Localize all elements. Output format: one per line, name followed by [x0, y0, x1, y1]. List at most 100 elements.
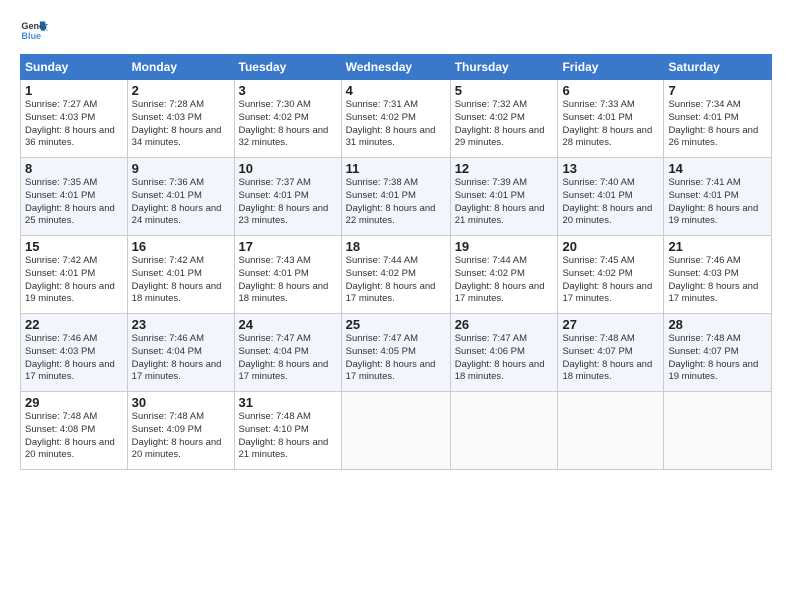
day-info: Sunrise: 7:47 AMSunset: 4:04 PMDaylight:… — [239, 333, 337, 384]
day-number: 14 — [668, 161, 767, 176]
day-info: Sunrise: 7:30 AMSunset: 4:02 PMDaylight:… — [239, 99, 337, 150]
day-info: Sunrise: 7:48 AMSunset: 4:08 PMDaylight:… — [25, 411, 123, 462]
day-cell-23: 23 Sunrise: 7:46 AMSunset: 4:04 PMDaylig… — [127, 314, 234, 392]
header-cell-tuesday: Tuesday — [234, 55, 341, 80]
header-cell-sunday: Sunday — [21, 55, 128, 80]
day-info: Sunrise: 7:35 AMSunset: 4:01 PMDaylight:… — [25, 177, 123, 228]
logo-icon: General Blue — [20, 18, 48, 46]
day-info: Sunrise: 7:44 AMSunset: 4:02 PMDaylight:… — [346, 255, 446, 306]
day-number: 17 — [239, 239, 337, 254]
day-info: Sunrise: 7:36 AMSunset: 4:01 PMDaylight:… — [132, 177, 230, 228]
day-info: Sunrise: 7:46 AMSunset: 4:03 PMDaylight:… — [668, 255, 767, 306]
day-cell-30: 30 Sunrise: 7:48 AMSunset: 4:09 PMDaylig… — [127, 392, 234, 470]
day-number: 3 — [239, 83, 337, 98]
day-number: 29 — [25, 395, 123, 410]
header-cell-monday: Monday — [127, 55, 234, 80]
day-cell-14: 14 Sunrise: 7:41 AMSunset: 4:01 PMDaylig… — [664, 158, 772, 236]
header-cell-thursday: Thursday — [450, 55, 558, 80]
day-number: 9 — [132, 161, 230, 176]
day-cell-28: 28 Sunrise: 7:48 AMSunset: 4:07 PMDaylig… — [664, 314, 772, 392]
day-number: 23 — [132, 317, 230, 332]
svg-text:Blue: Blue — [21, 31, 41, 41]
day-number: 6 — [562, 83, 659, 98]
day-info: Sunrise: 7:47 AMSunset: 4:05 PMDaylight:… — [346, 333, 446, 384]
day-cell-20: 20 Sunrise: 7:45 AMSunset: 4:02 PMDaylig… — [558, 236, 664, 314]
empty-cell — [341, 392, 450, 470]
empty-cell — [450, 392, 558, 470]
week-row-3: 15 Sunrise: 7:42 AMSunset: 4:01 PMDaylig… — [21, 236, 772, 314]
day-cell-26: 26 Sunrise: 7:47 AMSunset: 4:06 PMDaylig… — [450, 314, 558, 392]
day-info: Sunrise: 7:28 AMSunset: 4:03 PMDaylight:… — [132, 99, 230, 150]
day-cell-7: 7 Sunrise: 7:34 AMSunset: 4:01 PMDayligh… — [664, 80, 772, 158]
day-cell-27: 27 Sunrise: 7:48 AMSunset: 4:07 PMDaylig… — [558, 314, 664, 392]
logo: General Blue — [20, 18, 52, 46]
day-number: 18 — [346, 239, 446, 254]
day-info: Sunrise: 7:34 AMSunset: 4:01 PMDaylight:… — [668, 99, 767, 150]
day-cell-5: 5 Sunrise: 7:32 AMSunset: 4:02 PMDayligh… — [450, 80, 558, 158]
day-info: Sunrise: 7:42 AMSunset: 4:01 PMDaylight:… — [25, 255, 123, 306]
day-info: Sunrise: 7:44 AMSunset: 4:02 PMDaylight:… — [455, 255, 554, 306]
day-number: 4 — [346, 83, 446, 98]
day-cell-2: 2 Sunrise: 7:28 AMSunset: 4:03 PMDayligh… — [127, 80, 234, 158]
day-info: Sunrise: 7:31 AMSunset: 4:02 PMDaylight:… — [346, 99, 446, 150]
day-info: Sunrise: 7:48 AMSunset: 4:09 PMDaylight:… — [132, 411, 230, 462]
day-info: Sunrise: 7:40 AMSunset: 4:01 PMDaylight:… — [562, 177, 659, 228]
day-cell-8: 8 Sunrise: 7:35 AMSunset: 4:01 PMDayligh… — [21, 158, 128, 236]
empty-cell — [664, 392, 772, 470]
day-cell-18: 18 Sunrise: 7:44 AMSunset: 4:02 PMDaylig… — [341, 236, 450, 314]
day-cell-29: 29 Sunrise: 7:48 AMSunset: 4:08 PMDaylig… — [21, 392, 128, 470]
day-cell-16: 16 Sunrise: 7:42 AMSunset: 4:01 PMDaylig… — [127, 236, 234, 314]
day-cell-31: 31 Sunrise: 7:48 AMSunset: 4:10 PMDaylig… — [234, 392, 341, 470]
day-cell-12: 12 Sunrise: 7:39 AMSunset: 4:01 PMDaylig… — [450, 158, 558, 236]
day-info: Sunrise: 7:39 AMSunset: 4:01 PMDaylight:… — [455, 177, 554, 228]
day-number: 8 — [25, 161, 123, 176]
week-row-5: 29 Sunrise: 7:48 AMSunset: 4:08 PMDaylig… — [21, 392, 772, 470]
header: General Blue — [20, 18, 772, 46]
day-number: 15 — [25, 239, 123, 254]
day-number: 13 — [562, 161, 659, 176]
day-number: 26 — [455, 317, 554, 332]
calendar-table: SundayMondayTuesdayWednesdayThursdayFrid… — [20, 54, 772, 470]
day-info: Sunrise: 7:41 AMSunset: 4:01 PMDaylight:… — [668, 177, 767, 228]
day-cell-21: 21 Sunrise: 7:46 AMSunset: 4:03 PMDaylig… — [664, 236, 772, 314]
week-row-1: 1 Sunrise: 7:27 AMSunset: 4:03 PMDayligh… — [21, 80, 772, 158]
day-number: 7 — [668, 83, 767, 98]
day-number: 30 — [132, 395, 230, 410]
day-cell-19: 19 Sunrise: 7:44 AMSunset: 4:02 PMDaylig… — [450, 236, 558, 314]
header-cell-saturday: Saturday — [664, 55, 772, 80]
day-cell-1: 1 Sunrise: 7:27 AMSunset: 4:03 PMDayligh… — [21, 80, 128, 158]
day-number: 16 — [132, 239, 230, 254]
day-cell-17: 17 Sunrise: 7:43 AMSunset: 4:01 PMDaylig… — [234, 236, 341, 314]
day-cell-4: 4 Sunrise: 7:31 AMSunset: 4:02 PMDayligh… — [341, 80, 450, 158]
day-info: Sunrise: 7:38 AMSunset: 4:01 PMDaylight:… — [346, 177, 446, 228]
day-cell-6: 6 Sunrise: 7:33 AMSunset: 4:01 PMDayligh… — [558, 80, 664, 158]
header-cell-friday: Friday — [558, 55, 664, 80]
day-cell-15: 15 Sunrise: 7:42 AMSunset: 4:01 PMDaylig… — [21, 236, 128, 314]
day-info: Sunrise: 7:37 AMSunset: 4:01 PMDaylight:… — [239, 177, 337, 228]
day-cell-22: 22 Sunrise: 7:46 AMSunset: 4:03 PMDaylig… — [21, 314, 128, 392]
day-info: Sunrise: 7:27 AMSunset: 4:03 PMDaylight:… — [25, 99, 123, 150]
day-number: 12 — [455, 161, 554, 176]
day-info: Sunrise: 7:48 AMSunset: 4:07 PMDaylight:… — [668, 333, 767, 384]
day-info: Sunrise: 7:43 AMSunset: 4:01 PMDaylight:… — [239, 255, 337, 306]
week-row-4: 22 Sunrise: 7:46 AMSunset: 4:03 PMDaylig… — [21, 314, 772, 392]
day-number: 10 — [239, 161, 337, 176]
calendar-page: General Blue SundayMondayTuesdayWednesda… — [0, 0, 792, 612]
day-cell-13: 13 Sunrise: 7:40 AMSunset: 4:01 PMDaylig… — [558, 158, 664, 236]
day-number: 31 — [239, 395, 337, 410]
empty-cell — [558, 392, 664, 470]
day-info: Sunrise: 7:33 AMSunset: 4:01 PMDaylight:… — [562, 99, 659, 150]
day-info: Sunrise: 7:48 AMSunset: 4:10 PMDaylight:… — [239, 411, 337, 462]
day-cell-24: 24 Sunrise: 7:47 AMSunset: 4:04 PMDaylig… — [234, 314, 341, 392]
week-row-2: 8 Sunrise: 7:35 AMSunset: 4:01 PMDayligh… — [21, 158, 772, 236]
day-number: 28 — [668, 317, 767, 332]
day-number: 2 — [132, 83, 230, 98]
day-cell-10: 10 Sunrise: 7:37 AMSunset: 4:01 PMDaylig… — [234, 158, 341, 236]
day-number: 11 — [346, 161, 446, 176]
day-number: 1 — [25, 83, 123, 98]
day-number: 22 — [25, 317, 123, 332]
day-number: 21 — [668, 239, 767, 254]
day-number: 20 — [562, 239, 659, 254]
day-info: Sunrise: 7:32 AMSunset: 4:02 PMDaylight:… — [455, 99, 554, 150]
day-number: 27 — [562, 317, 659, 332]
